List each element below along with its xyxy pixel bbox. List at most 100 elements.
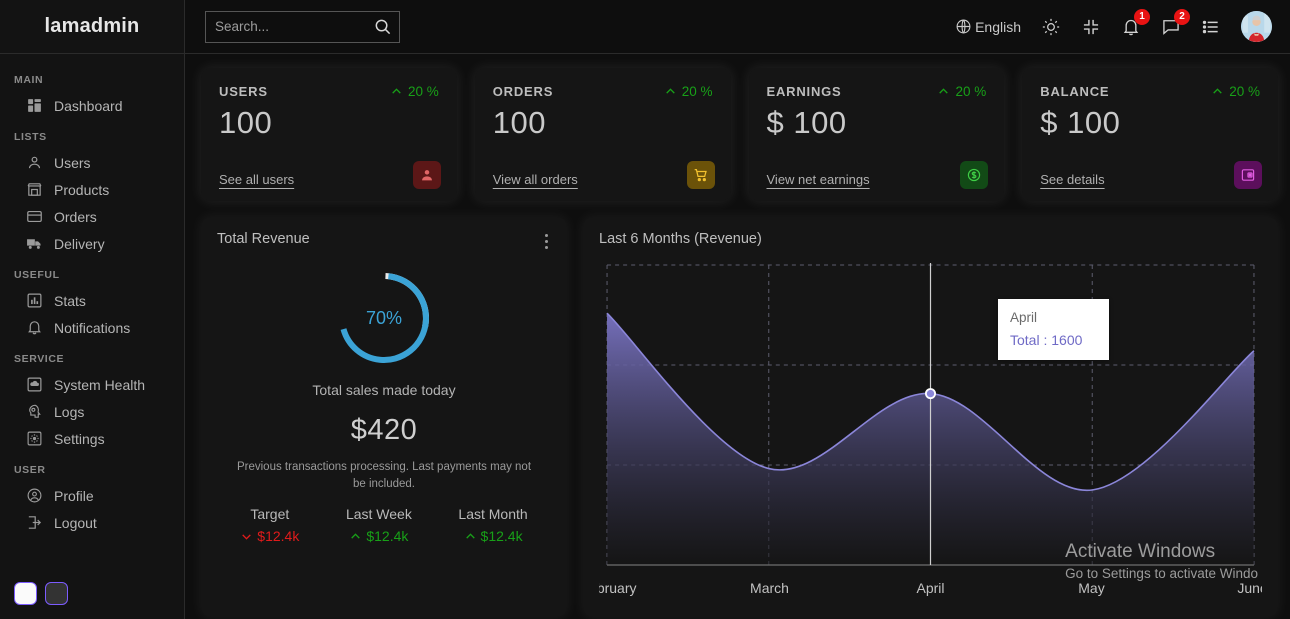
theme-swatches bbox=[0, 572, 184, 619]
card-percent-label: 20 % bbox=[681, 84, 713, 99]
total-revenue-panel: Total Revenue 70% Total sales made today… bbox=[201, 217, 567, 617]
revenue-stats: Target $12.4k Last Week $12.4k Last Mont… bbox=[217, 506, 551, 544]
gear-icon bbox=[26, 430, 43, 447]
sidebar: lamadmin MAIN Dashboard LISTS Users Prod… bbox=[0, 0, 185, 619]
notifications-badge: 1 bbox=[1134, 8, 1150, 25]
stat-value: $12.4k bbox=[366, 528, 409, 545]
theme-swatch-light[interactable] bbox=[14, 582, 37, 605]
stat-value: $12.4k bbox=[480, 528, 523, 545]
revenue-stat-target: Target $12.4k bbox=[240, 506, 299, 544]
topbar-actions: English 1 2 bbox=[955, 8, 1272, 42]
stat-cards-row: USERS 20 % 100 See all users ORDERS 20 %… bbox=[201, 68, 1278, 201]
card-link[interactable]: View all orders bbox=[493, 172, 578, 187]
sidebar-item-products[interactable]: Products bbox=[0, 176, 184, 203]
person-icon bbox=[412, 161, 441, 189]
search-box[interactable] bbox=[205, 10, 400, 43]
stat-card-orders[interactable]: ORDERS 20 % 100 View all orders bbox=[474, 68, 731, 201]
more-options-icon[interactable] bbox=[542, 231, 551, 252]
donut-chart: 70% bbox=[334, 268, 434, 368]
avatar[interactable] bbox=[1241, 11, 1272, 42]
search-icon[interactable] bbox=[373, 17, 392, 36]
sidebar-item-label: Settings bbox=[54, 430, 105, 447]
store-icon bbox=[26, 181, 43, 198]
card-link[interactable]: See all users bbox=[219, 172, 294, 187]
card-value: 100 bbox=[492, 105, 546, 140]
tooltip-value: Total : 1600 bbox=[1010, 332, 1083, 348]
svg-text:February: February bbox=[599, 580, 637, 596]
group-title-lists: LISTS bbox=[14, 131, 47, 143]
stat-card-balance[interactable]: BALANCE 20 % $ 100 See details bbox=[1022, 68, 1278, 201]
card-percent: 20 % bbox=[1211, 84, 1260, 99]
list-icon[interactable] bbox=[1201, 17, 1221, 37]
sidebar-item-logs[interactable]: Logs bbox=[0, 398, 184, 425]
area-chart-labels: February March April May June bbox=[599, 388, 1262, 596]
sidebar-item-delivery[interactable]: Delivery bbox=[0, 230, 184, 257]
card-title: EARNINGS bbox=[766, 84, 842, 99]
language-selector[interactable]: English bbox=[955, 18, 1021, 35]
sidebar-item-logout[interactable]: Logout bbox=[0, 509, 184, 536]
sidebar-item-settings[interactable]: Settings bbox=[0, 425, 184, 452]
card-percent: 20 % bbox=[390, 84, 439, 99]
trend-up-icon bbox=[351, 533, 361, 539]
card-link[interactable]: View net earnings bbox=[767, 172, 870, 187]
wallet-icon bbox=[1234, 161, 1262, 189]
sidebar-item-label: System Health bbox=[54, 376, 146, 393]
card-title: USERS bbox=[219, 84, 268, 99]
svg-text:April: April bbox=[916, 580, 944, 596]
brand[interactable]: lamadmin bbox=[0, 0, 184, 54]
revenue-chart-panel: Last 6 Months (Revenue) February March Apr… bbox=[583, 217, 1278, 617]
stat-value-wrap: $12.4k bbox=[346, 528, 412, 544]
svg-text:May: May bbox=[1078, 580, 1104, 596]
sidebar-item-orders[interactable]: Orders bbox=[0, 203, 184, 230]
card-title: ORDERS bbox=[492, 84, 554, 99]
trend-up-icon bbox=[465, 533, 475, 539]
stat-label: Target bbox=[250, 506, 290, 523]
dashboard-icon bbox=[26, 97, 43, 114]
sidebar-item-notifications[interactable]: Notifications bbox=[0, 314, 184, 341]
trend-up-icon bbox=[1213, 88, 1222, 94]
card-header: ORDERS 20 % bbox=[493, 84, 713, 99]
card-header: EARNINGS 20 % bbox=[767, 84, 987, 99]
brand-label: lamadmin bbox=[44, 15, 140, 37]
theme-swatch-dark[interactable] bbox=[45, 582, 68, 605]
fullscreen-icon[interactable] bbox=[1081, 17, 1101, 37]
bar-chart-icon bbox=[26, 292, 43, 309]
sidebar-item-label: Stats bbox=[54, 292, 86, 309]
stat-card-users[interactable]: USERS 20 % 100 See all users bbox=[201, 68, 457, 201]
search-input[interactable] bbox=[215, 19, 365, 34]
stat-label: Last Week bbox=[345, 506, 412, 523]
panel-header: Total Revenue bbox=[217, 231, 551, 252]
nav-group-lists: LISTS Users Products Orders Delivery bbox=[0, 123, 184, 257]
svg-text:March: March bbox=[750, 580, 789, 596]
nav-group-main: MAIN Dashboard bbox=[0, 66, 184, 119]
sun-icon[interactable] bbox=[1041, 17, 1061, 37]
sidebar-item-label: Logs bbox=[54, 403, 85, 420]
stat-card-earnings[interactable]: EARNINGS 20 % $ 100 View net earnings bbox=[748, 68, 1005, 201]
card-percent: 20 % bbox=[664, 84, 713, 99]
bottom-row: Total Revenue 70% Total sales made today… bbox=[201, 217, 1278, 617]
revenue-stat-last-week: Last Week $12.4k bbox=[346, 506, 412, 544]
trend-down-icon bbox=[242, 534, 252, 540]
sales-subtitle: Total sales made today bbox=[312, 382, 456, 398]
truck-icon bbox=[26, 235, 43, 252]
stat-value: $12.4k bbox=[257, 528, 300, 545]
sidebar-item-dashboard[interactable]: Dashboard bbox=[0, 92, 184, 119]
group-title-user: USER bbox=[14, 464, 46, 476]
card-title: BALANCE bbox=[1040, 84, 1110, 99]
sidebar-item-label: Profile bbox=[54, 487, 94, 504]
sidebar-item-label: Dashboard bbox=[54, 97, 123, 114]
logout-icon bbox=[26, 514, 43, 531]
svg-text:June: June bbox=[1237, 580, 1262, 596]
chat-icon[interactable]: 2 bbox=[1161, 8, 1190, 37]
user-icon bbox=[26, 154, 43, 171]
notifications-bell-icon[interactable]: 1 bbox=[1121, 8, 1150, 37]
sidebar-item-profile[interactable]: Profile bbox=[0, 482, 184, 509]
bell-icon bbox=[26, 319, 43, 336]
card-link[interactable]: See details bbox=[1040, 172, 1104, 187]
sidebar-item-users[interactable]: Users bbox=[0, 149, 184, 176]
sidebar-item-system-health[interactable]: System Health bbox=[0, 371, 184, 398]
sidebar-item-stats[interactable]: Stats bbox=[0, 287, 184, 314]
trend-up-icon bbox=[939, 88, 949, 94]
stat-label: Last Month bbox=[458, 506, 528, 523]
donut-percent-label: 70% bbox=[365, 307, 403, 328]
